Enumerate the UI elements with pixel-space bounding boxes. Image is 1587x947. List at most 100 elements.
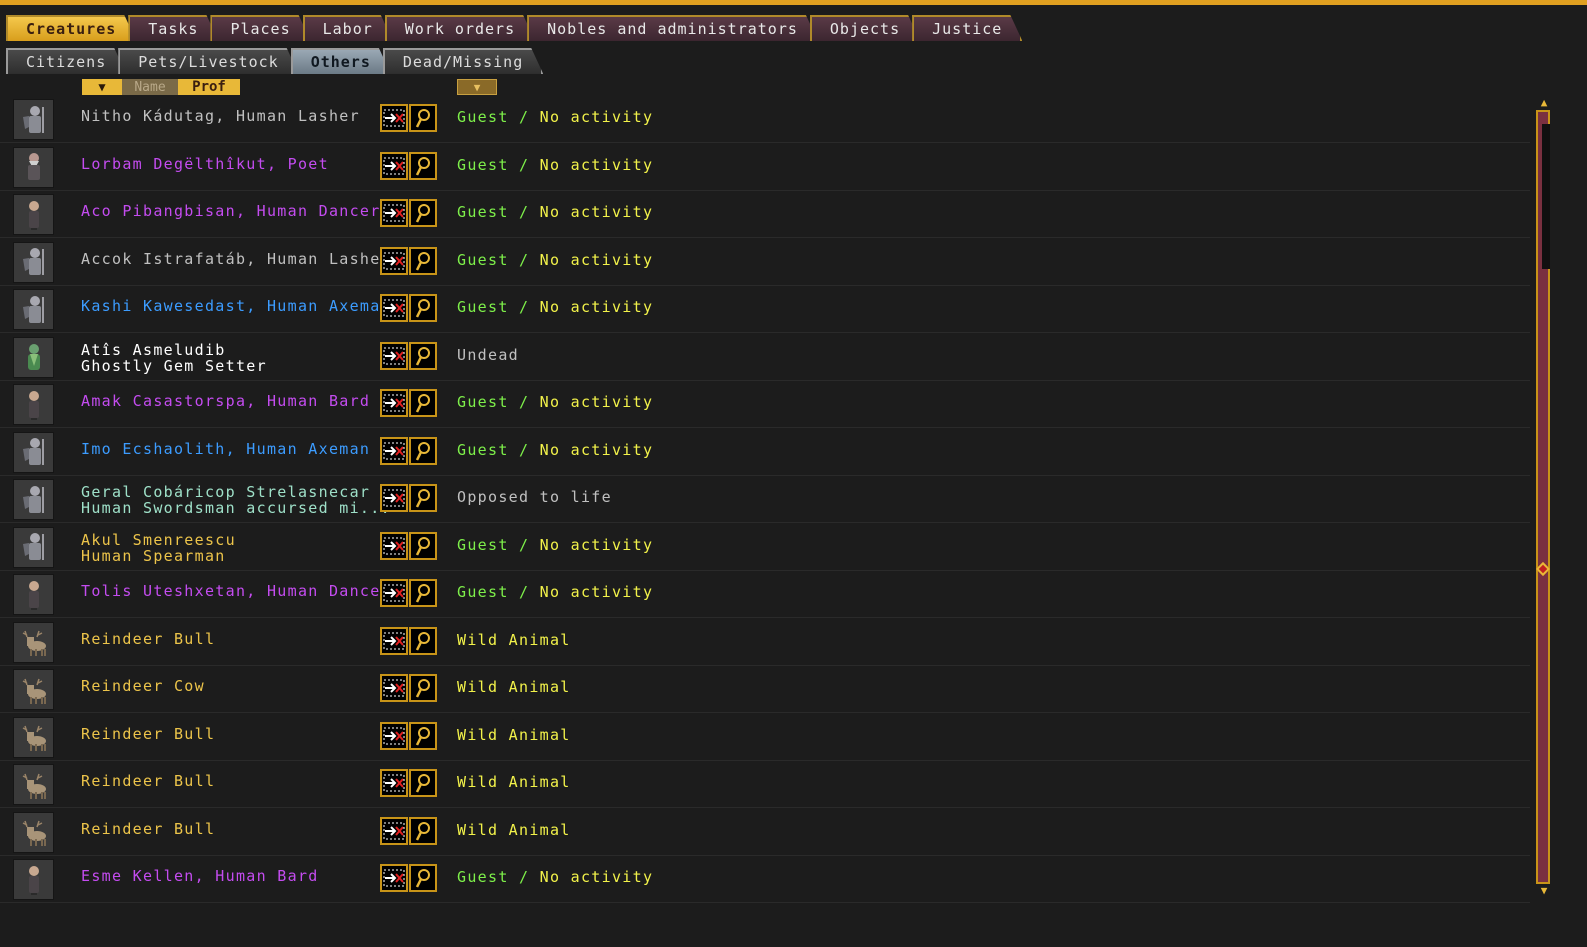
dwarf-portrait[interactable] bbox=[13, 146, 54, 188]
zoom-to-creature-button[interactable] bbox=[380, 484, 408, 512]
view-details-button[interactable] bbox=[409, 341, 437, 370]
view-details-button[interactable] bbox=[409, 626, 437, 655]
human-portrait[interactable] bbox=[13, 194, 54, 235]
reindeer-portrait[interactable] bbox=[13, 669, 54, 710]
creature-row[interactable]: Reindeer Bull Wild Animal bbox=[0, 619, 1530, 666]
creature-row[interactable]: Reindeer Bull Wild Animal bbox=[0, 761, 1530, 808]
zoom-to-creature-button[interactable] bbox=[380, 674, 408, 702]
scrollbar-thumb[interactable] bbox=[1542, 124, 1550, 269]
view-details-button[interactable] bbox=[409, 294, 437, 322]
view-details-button[interactable] bbox=[409, 151, 437, 180]
creature-name[interactable]: Imo Ecshaolith, Human Axeman bbox=[81, 441, 370, 457]
sort-by-prof-button[interactable]: Prof bbox=[178, 79, 240, 95]
tab-others[interactable]: Others bbox=[291, 48, 391, 74]
armored-human-portrait[interactable] bbox=[13, 431, 54, 473]
zoom-to-creature-button[interactable] bbox=[380, 769, 408, 797]
creature-row[interactable]: Akul Smenreescu Human Spearman Guest / No… bbox=[0, 524, 1530, 571]
zoom-to-creature-button[interactable] bbox=[380, 531, 408, 560]
view-details-button[interactable] bbox=[409, 579, 437, 607]
zoom-to-creature-button[interactable] bbox=[380, 151, 408, 180]
zoom-to-creature-button[interactable] bbox=[380, 864, 408, 892]
view-details-button[interactable] bbox=[409, 389, 437, 417]
creature-row[interactable]: Atîs Asmeludib Ghostly Gem Setter Undead bbox=[0, 334, 1530, 381]
armored-human-portrait[interactable] bbox=[13, 479, 54, 520]
tab-tasks[interactable]: Tasks bbox=[128, 15, 218, 41]
creature-row[interactable]: Esme Kellen, Human Bard Guest / No activi… bbox=[0, 856, 1530, 903]
creature-name[interactable]: Lorbam Degëlthîkut, Poet bbox=[81, 156, 329, 172]
view-details-button[interactable] bbox=[409, 436, 437, 465]
view-details-button[interactable] bbox=[409, 769, 437, 797]
tab-justice[interactable]: Justice bbox=[912, 15, 1022, 41]
view-details-button[interactable] bbox=[409, 721, 437, 750]
human-portrait[interactable] bbox=[13, 384, 54, 425]
creature-name[interactable]: Kashi Kawesedast, Human Axeman bbox=[81, 298, 391, 314]
zoom-to-creature-button[interactable] bbox=[380, 626, 408, 655]
tab-creatures[interactable]: Creatures bbox=[6, 15, 136, 41]
human-portrait[interactable] bbox=[13, 574, 54, 615]
tab-labor[interactable]: Labor bbox=[303, 15, 393, 41]
creature-name[interactable]: Atîs Asmeludib Ghostly Gem Setter bbox=[81, 342, 267, 374]
view-details-button[interactable] bbox=[409, 104, 437, 132]
creature-row[interactable]: Aco Pibangbisan, Human Dancer Guest / No … bbox=[0, 191, 1530, 238]
creature-name[interactable]: Reindeer Bull bbox=[81, 726, 215, 742]
creature-row[interactable]: Accok Istrafatáb, Human Lasher Guest / No… bbox=[0, 239, 1530, 286]
creature-name[interactable]: Esme Kellen, Human Bard bbox=[81, 868, 319, 884]
view-details-button[interactable] bbox=[409, 199, 437, 227]
armored-human-portrait[interactable] bbox=[13, 526, 54, 568]
creature-name[interactable]: Reindeer Bull bbox=[81, 773, 215, 789]
view-details-button[interactable] bbox=[409, 674, 437, 702]
creature-name[interactable]: Geral Cobáricop Strelasnecar Human Sword… bbox=[81, 484, 391, 516]
zoom-to-creature-button[interactable] bbox=[380, 341, 408, 370]
tab-citizens[interactable]: Citizens bbox=[6, 48, 126, 74]
scrollbar[interactable]: ▲ ▼ bbox=[1535, 97, 1553, 896]
ghost-dwarf-portrait[interactable] bbox=[13, 336, 54, 378]
creature-name[interactable]: Tolis Uteshxetan, Human Dancer bbox=[81, 583, 391, 599]
zoom-to-creature-button[interactable] bbox=[380, 389, 408, 417]
view-details-button[interactable] bbox=[409, 816, 437, 845]
creature-name[interactable]: Accok Istrafatáb, Human Lasher bbox=[81, 251, 391, 267]
view-details-button[interactable] bbox=[409, 246, 437, 275]
creature-row[interactable]: Reindeer Cow Wild Animal bbox=[0, 666, 1530, 713]
scrollbar-track[interactable] bbox=[1536, 110, 1550, 884]
zoom-to-creature-button[interactable] bbox=[380, 721, 408, 750]
creature-row[interactable]: Lorbam Degëlthîkut, Poet Guest / No activ… bbox=[0, 144, 1530, 191]
creature-name[interactable]: Amak Casastorspa, Human Bard bbox=[81, 393, 370, 409]
creature-row[interactable]: Kashi Kawesedast, Human Axeman Guest / No… bbox=[0, 286, 1530, 333]
creature-row[interactable]: Reindeer Bull Wild Animal bbox=[0, 714, 1530, 761]
creature-row[interactable]: Tolis Uteshxetan, Human Dancer Guest / No… bbox=[0, 571, 1530, 618]
creature-row[interactable]: Amak Casastorspa, Human Bard Guest / No a… bbox=[0, 381, 1530, 428]
view-details-button[interactable] bbox=[409, 864, 437, 892]
tab-pets-livestock[interactable]: Pets/Livestock bbox=[118, 48, 298, 74]
armored-human-portrait[interactable] bbox=[13, 99, 54, 140]
creature-row[interactable]: Imo Ecshaolith, Human Axeman Guest / No a… bbox=[0, 429, 1530, 476]
zoom-to-creature-button[interactable] bbox=[380, 579, 408, 607]
creature-name[interactable]: Reindeer Cow bbox=[81, 678, 205, 694]
zoom-to-creature-button[interactable] bbox=[380, 436, 408, 465]
zoom-to-creature-button[interactable] bbox=[380, 104, 408, 132]
sort-dropdown-button[interactable]: ▼ bbox=[82, 79, 122, 95]
tab-places[interactable]: Places bbox=[210, 15, 310, 41]
zoom-to-creature-button[interactable] bbox=[380, 199, 408, 227]
sort-activity-dropdown[interactable]: ▼ bbox=[457, 79, 497, 95]
creature-name[interactable]: Reindeer Bull bbox=[81, 821, 215, 837]
creature-row[interactable]: Nitho Kádutag, Human Lasher Guest / No ac… bbox=[0, 96, 1530, 143]
armored-human-portrait[interactable] bbox=[13, 241, 54, 283]
view-details-button[interactable] bbox=[409, 484, 437, 512]
creature-row[interactable]: Geral Cobáricop Strelasnecar Human Sword… bbox=[0, 476, 1530, 523]
view-details-button[interactable] bbox=[409, 531, 437, 560]
scroll-down-arrow-icon[interactable]: ▼ bbox=[1537, 885, 1551, 896]
tab-objects[interactable]: Objects bbox=[810, 15, 920, 41]
tab-nobles-and-administrators[interactable]: Nobles and administrators bbox=[527, 15, 818, 41]
scroll-up-arrow-icon[interactable]: ▲ bbox=[1537, 97, 1551, 108]
armored-human-portrait[interactable] bbox=[13, 289, 54, 330]
tab-work-orders[interactable]: Work orders bbox=[385, 15, 535, 41]
creature-name[interactable]: Reindeer Bull bbox=[81, 631, 215, 647]
zoom-to-creature-button[interactable] bbox=[380, 246, 408, 275]
reindeer-portrait[interactable] bbox=[13, 764, 54, 805]
creature-row[interactable]: Reindeer Bull Wild Animal bbox=[0, 809, 1530, 856]
human-portrait[interactable] bbox=[13, 859, 54, 900]
creature-name[interactable]: Nitho Kádutag, Human Lasher bbox=[81, 108, 360, 124]
tab-dead-missing[interactable]: Dead/Missing bbox=[383, 48, 543, 74]
reindeer-portrait[interactable] bbox=[13, 621, 54, 663]
creature-name[interactable]: Aco Pibangbisan, Human Dancer bbox=[81, 203, 381, 219]
